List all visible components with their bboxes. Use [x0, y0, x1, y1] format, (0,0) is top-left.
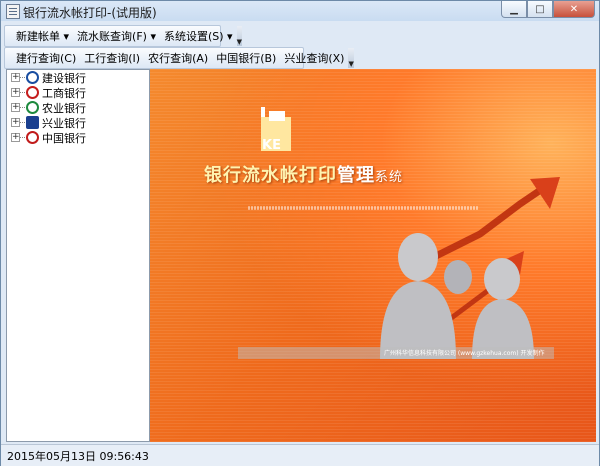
tree-item-icbc[interactable]: + 工商银行 [7, 85, 149, 100]
window-controls: ▁ □ ✕ [501, 1, 595, 18]
icbc-query-button[interactable]: 工行查询(I) [80, 50, 144, 66]
bank-query-toolbar: 建行查询(C) 工行查询(I) 农行查询(A) 中国银行(B) 兴业查询(X) … [4, 47, 354, 69]
tree-item-label: 兴业银行 [42, 116, 86, 130]
expand-icon[interactable]: + [11, 118, 20, 127]
expand-icon[interactable]: + [11, 103, 20, 112]
maximize-icon: □ [535, 3, 545, 15]
expand-icon[interactable]: + [11, 88, 20, 97]
app-icon [6, 4, 20, 19]
title-bar[interactable]: 银行流水帐打印-(试用版) ▁ □ ✕ [1, 1, 599, 21]
company-credit: 广州科华信息科技有限公司 (www.gzkehua.com) 开发制作 [384, 350, 545, 357]
icbc-logo-icon [26, 86, 39, 99]
tree-item-abc[interactable]: + 农业银行 [7, 100, 149, 115]
abc-logo-icon [26, 101, 39, 114]
tree-item-label: 农业银行 [42, 101, 86, 115]
menu-new-bill[interactable]: 新建帐单 ▾ [12, 28, 73, 44]
chevron-down-icon: ▼ [236, 38, 242, 46]
minimize-button[interactable]: ▁ [501, 1, 527, 18]
expand-icon[interactable]: + [11, 133, 20, 142]
menu-toolbar: 新建帐单 ▾ 流水账查询(F) ▾ 系统设置(S) ▾ ▼ [4, 25, 242, 47]
cib-logo-icon [26, 116, 39, 129]
chevron-down-icon: ▼ [348, 60, 354, 68]
toolbar-overflow-button[interactable]: ▼ [348, 48, 354, 68]
expand-icon[interactable]: + [11, 73, 20, 82]
splash-graphic [238, 177, 560, 359]
abc-query-button[interactable]: 农行查询(A) [144, 50, 212, 66]
splash-panel: KE 银行流水帐打印管理系统 广州科华信息科技有限公司 (www.gzkehua… [150, 69, 596, 442]
close-icon: ✕ [569, 3, 579, 15]
tree-item-cib[interactable]: + 兴业银行 [7, 115, 149, 130]
window-title: 银行流水帐打印-(试用版) [23, 6, 157, 20]
menu-system-settings[interactable]: 系统设置(S) ▾ [160, 28, 237, 44]
close-button[interactable]: ✕ [553, 1, 595, 18]
tree-item-label: 中国银行 [42, 131, 86, 145]
boc-query-button[interactable]: 中国银行(B) [212, 50, 280, 66]
tree-item-boc[interactable]: + 中国银行 [7, 130, 149, 145]
status-bar: 2015年05月13日 09:56:43 [1, 444, 599, 466]
cib-query-button[interactable]: 兴业查询(X) [280, 50, 348, 66]
tree-item-label: 工商银行 [42, 86, 86, 100]
minimize-icon: ▁ [510, 3, 518, 15]
ccb-query-button[interactable]: 建行查询(C) [12, 50, 80, 66]
toolbar-overflow-button[interactable]: ▼ [236, 26, 242, 46]
bank-tree: + 建设银行 + 工商银行 + 农业银行 + 兴业银行 + 中国银行 [6, 69, 150, 442]
ccb-logo-icon [26, 71, 39, 84]
boc-logo-icon [26, 131, 39, 144]
menu-statement-query[interactable]: 流水账查询(F) ▾ [73, 28, 160, 44]
app-window: 银行流水帐打印-(试用版) ▁ □ ✕ 新建帐单 ▾ 流水账查询(F) ▾ 系统… [0, 0, 600, 466]
tree-item-label: 建设银行 [42, 71, 86, 85]
tree-item-ccb[interactable]: + 建设银行 [7, 70, 149, 85]
status-datetime: 2015年05月13日 09:56:43 [7, 450, 149, 463]
maximize-button[interactable]: □ [527, 1, 553, 18]
